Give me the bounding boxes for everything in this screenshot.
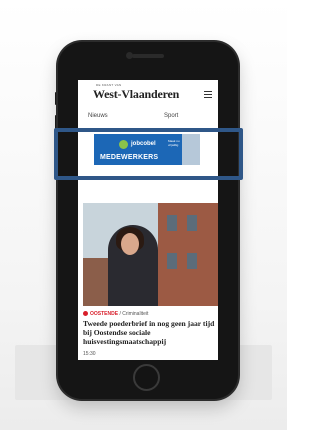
nav-item-nieuws[interactable]: Nieuws bbox=[88, 113, 108, 119]
home-button bbox=[133, 364, 160, 391]
ad-highlight-frame bbox=[54, 128, 243, 180]
phone-frame: DE KRANT VAN West-Vlaanderen Nieuws Spor… bbox=[58, 42, 238, 399]
photo-window bbox=[187, 215, 197, 231]
photo-window bbox=[187, 253, 197, 269]
nav-item-sport[interactable]: Sport bbox=[164, 113, 178, 119]
article-meta: OOSTENDE / Criminaliteit bbox=[83, 311, 148, 317]
menu-icon[interactable] bbox=[204, 91, 212, 98]
article-photo[interactable] bbox=[83, 203, 218, 306]
location-pin-icon bbox=[83, 311, 88, 316]
photo-window bbox=[167, 253, 177, 269]
article-headline[interactable]: Tweede poederbrief in nog geen jaar tijd… bbox=[83, 319, 215, 346]
speaker-grille bbox=[132, 54, 164, 58]
site-header: DE KRANT VAN West-Vlaanderen bbox=[78, 80, 218, 114]
photo-face bbox=[121, 233, 139, 255]
site-logo[interactable]: West-Vlaanderen bbox=[93, 87, 179, 102]
article-city[interactable]: OOSTENDE bbox=[90, 311, 118, 317]
phone-screen: DE KRANT VAN West-Vlaanderen Nieuws Spor… bbox=[78, 80, 218, 360]
photo-window bbox=[167, 215, 177, 231]
article-category[interactable]: Criminaliteit bbox=[122, 311, 148, 317]
article-time: 15:30 bbox=[83, 351, 96, 357]
